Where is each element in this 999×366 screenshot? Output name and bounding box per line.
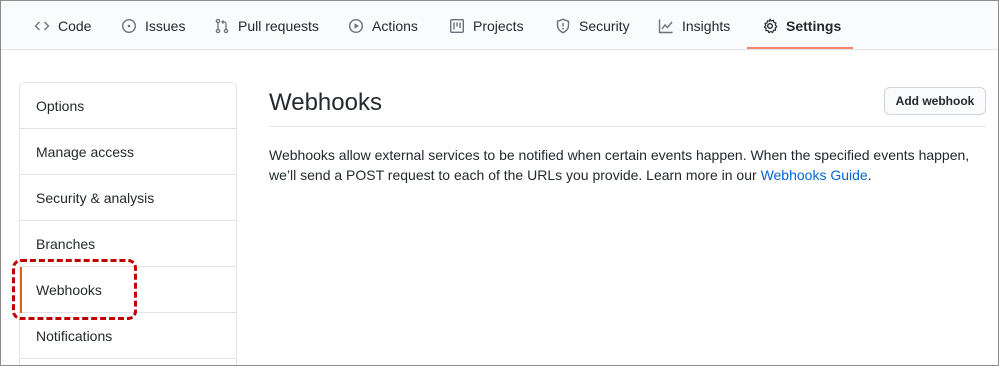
issue-opened-icon xyxy=(121,18,137,34)
code-icon xyxy=(34,18,50,34)
add-webhook-button[interactable]: Add webhook xyxy=(884,87,986,115)
menu-item-label: Branches xyxy=(36,235,96,252)
tab-issues[interactable]: Issues xyxy=(121,1,185,50)
menu-item-manage-access[interactable]: Manage access xyxy=(20,129,236,175)
menu-item-options[interactable]: Options xyxy=(20,83,236,129)
menu-item-label: Security & analysis xyxy=(36,189,155,206)
tab-settings[interactable]: Settings xyxy=(762,1,841,50)
gear-icon xyxy=(762,18,778,34)
shield-icon xyxy=(555,18,571,34)
settings-menu: Options Manage access Security & analysi… xyxy=(19,82,237,365)
webhooks-highlight-box xyxy=(12,259,137,320)
tab-code-label: Code xyxy=(58,17,92,34)
repo-nav: Code Issues Pull requests Actions Projec… xyxy=(1,1,998,50)
menu-item-security-analysis[interactable]: Security & analysis xyxy=(20,175,236,221)
tab-pull-requests[interactable]: Pull requests xyxy=(214,1,319,50)
menu-item-label: Notifications xyxy=(36,327,113,344)
title-divider xyxy=(269,126,986,127)
settings-window: Code Issues Pull requests Actions Projec… xyxy=(0,0,999,366)
graph-icon xyxy=(658,18,674,34)
tab-issues-label: Issues xyxy=(145,17,186,34)
tab-security-label: Security xyxy=(579,17,630,34)
tab-projects-label: Projects xyxy=(473,17,524,34)
project-icon xyxy=(449,18,465,34)
menu-item-label: Options xyxy=(36,97,85,114)
webhooks-description: Webhooks allow external services to be n… xyxy=(269,145,981,185)
selected-tab-underline xyxy=(747,47,853,49)
tab-actions-label: Actions xyxy=(372,17,418,34)
tab-projects[interactable]: Projects xyxy=(449,1,524,50)
tab-security[interactable]: Security xyxy=(555,1,630,50)
menu-item-label: Manage access xyxy=(36,143,135,160)
tab-insights-label: Insights xyxy=(682,17,731,34)
webhooks-guide-link[interactable]: Webhooks Guide xyxy=(761,167,868,183)
tab-pull-requests-label: Pull requests xyxy=(238,17,319,34)
description-end: . xyxy=(867,167,872,183)
tab-actions[interactable]: Actions xyxy=(348,1,418,50)
git-pull-request-icon xyxy=(214,18,230,34)
tab-settings-label: Settings xyxy=(786,17,842,34)
play-icon xyxy=(348,18,364,34)
tab-insights[interactable]: Insights xyxy=(658,1,730,50)
page-title: Webhooks xyxy=(269,89,382,116)
tab-code[interactable]: Code xyxy=(34,1,91,50)
